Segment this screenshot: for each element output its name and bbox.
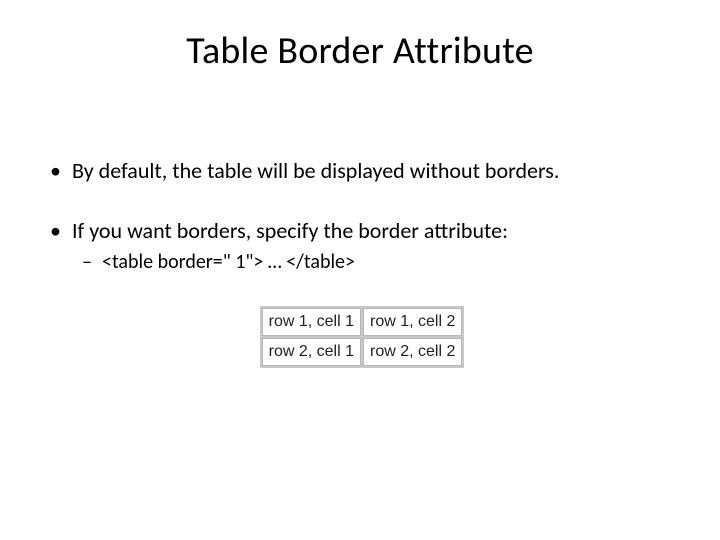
demo-table: row 1, cell 1 row 1, cell 2 row 2, cell … <box>260 306 465 367</box>
sub-bullet-item: <table border=" 1"> … </table> <box>72 249 680 276</box>
sub-bullet-text: <table border=" 1"> … </table> <box>102 250 355 274</box>
page-title: Table Border Attribute <box>0 28 720 74</box>
bullet-item: If you want borders, specify the border … <box>44 216 680 277</box>
slide: Table Border Attribute By default, the t… <box>0 0 720 540</box>
table-cell: row 2, cell 1 <box>262 338 361 366</box>
table-row: row 2, cell 1 row 2, cell 2 <box>262 338 463 366</box>
table-cell: row 1, cell 1 <box>262 308 361 336</box>
bullet-item: By default, the table will be displayed … <box>44 156 680 186</box>
table-row: row 1, cell 1 row 1, cell 2 <box>262 308 463 336</box>
table-cell: row 2, cell 2 <box>363 338 462 366</box>
bullet-text: If you want borders, specify the border … <box>72 217 508 244</box>
sub-bullet-list: <table border=" 1"> … </table> <box>72 249 680 276</box>
table-cell: row 1, cell 2 <box>363 308 462 336</box>
content-area: By default, the table will be displayed … <box>0 156 720 368</box>
bullet-list: By default, the table will be displayed … <box>44 156 680 276</box>
bullet-text: By default, the table will be displayed … <box>72 157 559 184</box>
table-example: row 1, cell 1 row 1, cell 2 row 2, cell … <box>44 306 680 367</box>
